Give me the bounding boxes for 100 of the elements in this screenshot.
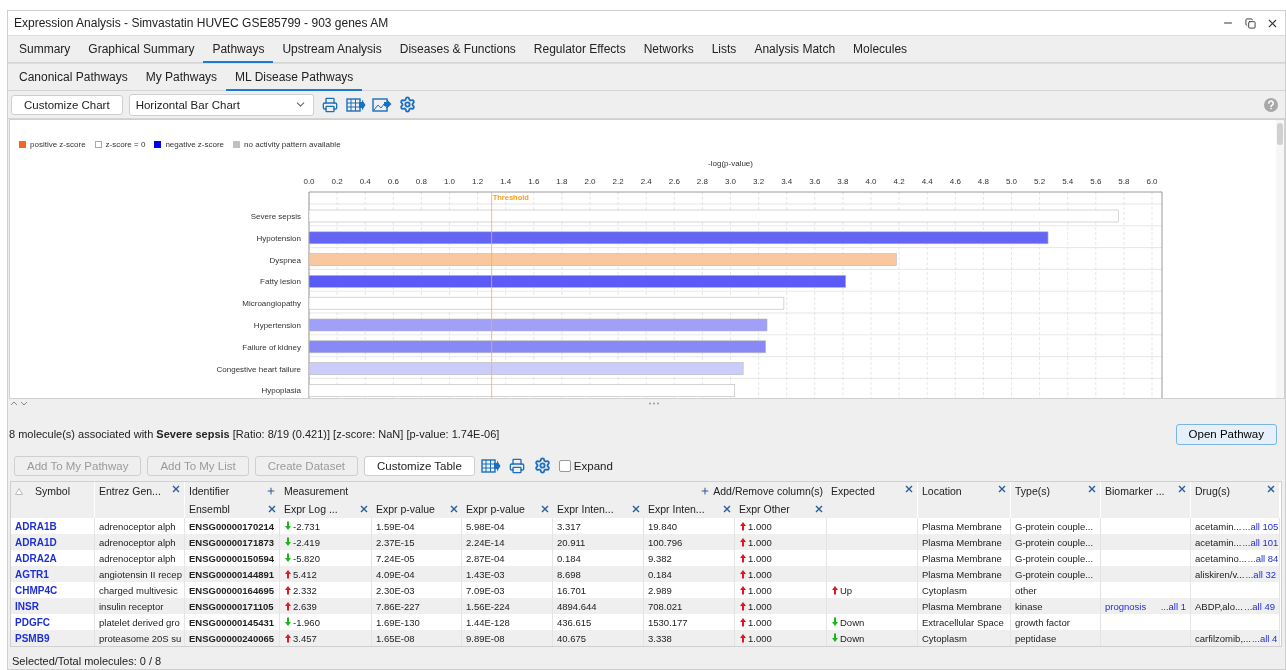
tab[interactable]: Analysis Match	[745, 36, 845, 63]
remove-column-icon[interactable]	[268, 505, 276, 513]
gene-symbol-link[interactable]: ADRA1B	[15, 520, 57, 532]
show-all-link[interactable]: ...all 105	[1242, 520, 1279, 532]
collapse-expand-icon[interactable]	[10, 400, 28, 407]
location-value: Plasma Membrane	[922, 520, 1002, 532]
column-group-header: Identifier	[189, 485, 230, 497]
tick-label: 5.4	[1062, 176, 1074, 186]
tick-label: 2.6	[668, 176, 680, 186]
remove-column-icon[interactable]	[723, 505, 731, 513]
header-cell[interactable]: Ensembl	[185, 500, 280, 518]
sub-tab[interactable]: ML Disease Pathways	[226, 64, 363, 91]
restore-button[interactable]	[1243, 16, 1257, 30]
drug-list: ABDP,alo...	[1195, 600, 1243, 612]
other-value: 1.000	[748, 568, 772, 580]
tick-label: 6.0	[1146, 176, 1158, 186]
gene-symbol-link[interactable]: INSR	[15, 600, 39, 612]
remove-column-icon[interactable]	[1267, 485, 1275, 493]
settings-button[interactable]	[397, 94, 418, 115]
sub-tab[interactable]: Canonical Pathways	[10, 64, 137, 91]
column-header: Expr Inten...	[648, 503, 705, 515]
splitter-handle-icon[interactable]	[647, 402, 660, 405]
show-all-link[interactable]: ...all 49	[1244, 600, 1275, 612]
tab[interactable]: Pathways	[203, 36, 274, 63]
tick-label: 5.8	[1118, 176, 1130, 186]
tab[interactable]: Regulator Effects	[524, 36, 635, 63]
remove-column-icon[interactable]	[360, 505, 368, 513]
type-value: G-protein couple...	[1015, 568, 1094, 580]
open-pathway-button[interactable]: Open Pathway	[1175, 423, 1277, 445]
tab[interactable]: Graphical Summary	[79, 36, 204, 63]
remove-column-icon[interactable]	[905, 485, 913, 493]
category-label: Failure of kidney	[242, 342, 301, 352]
column-header: Entrez Gen...	[99, 485, 161, 497]
tab[interactable]: Summary	[10, 36, 80, 63]
intensity-value: 2.989	[648, 584, 672, 596]
intensity-value: 100.796	[648, 536, 683, 548]
table-action-button[interactable]: Customize Table	[364, 455, 475, 476]
gene-symbol-link[interactable]: PSMB9	[15, 632, 50, 644]
header-cell[interactable]: Expr Log ...	[280, 500, 372, 518]
ensembl-id: ENSG00000150594	[189, 552, 275, 564]
location-value: Plasma Membrane	[922, 536, 1002, 548]
tab[interactable]: Networks	[634, 36, 703, 63]
gene-symbol-link[interactable]: ADRA2A	[15, 552, 57, 564]
category-label: Severe sepsis	[250, 211, 301, 221]
remove-column-icon[interactable]	[815, 505, 823, 513]
header-cell[interactable]: Symbol	[11, 482, 95, 518]
remove-column-icon[interactable]	[632, 505, 640, 513]
gene-symbol-link[interactable]: CHMP4C	[15, 584, 58, 596]
remove-column-icon[interactable]	[998, 485, 1006, 493]
header-cell[interactable]: Expr Inten...	[553, 500, 644, 518]
tab[interactable]: Lists	[702, 36, 746, 63]
header-cell[interactable]: Type(s)	[1011, 482, 1101, 518]
header-cell[interactable]: Drug(s)	[1191, 482, 1280, 518]
gene-symbol-link[interactable]: AGTR1	[15, 568, 49, 580]
log-ratio-value: -2.419	[293, 536, 320, 548]
add-remove-columns-link[interactable]: Add/Remove column(s)	[713, 485, 823, 497]
header-cell[interactable]: Expr p-value	[462, 500, 553, 518]
remove-column-icon[interactable]	[172, 485, 180, 493]
tick-label: 4.0	[865, 176, 877, 186]
customize-chart-button[interactable]: Customize Chart	[11, 94, 123, 115]
expand-checkbox[interactable]	[558, 459, 571, 472]
add-column-icon[interactable]	[700, 486, 711, 496]
tab[interactable]: Molecules	[844, 36, 917, 63]
chart-type-dropdown[interactable]: Horizontal Bar Chart	[128, 93, 314, 116]
column-header: Expected	[831, 485, 875, 497]
tick-label: 3.8	[837, 176, 849, 186]
sub-tab[interactable]: My Pathways	[136, 64, 227, 91]
scrollbar[interactable]	[1276, 120, 1284, 398]
settings-button[interactable]	[532, 455, 553, 476]
other-value: 1.000	[748, 520, 772, 532]
header-cell[interactable]: Expected	[827, 482, 918, 518]
tick-label: 2.2	[612, 176, 624, 186]
type-value: other	[1015, 584, 1037, 596]
header-cell[interactable]: Expr Inten...	[644, 500, 735, 518]
remove-column-icon[interactable]	[1178, 485, 1186, 493]
header-cell[interactable]: Location	[918, 482, 1011, 518]
header-cell[interactable]: Expr Other	[735, 500, 827, 518]
drug-list: carfilzomib,...	[1195, 632, 1251, 644]
biomarker-link[interactable]: prognosis	[1105, 600, 1147, 612]
remove-column-icon[interactable]	[541, 505, 549, 513]
remove-column-icon[interactable]	[1088, 485, 1096, 493]
remove-column-icon[interactable]	[450, 505, 458, 513]
restore-icon	[1244, 17, 1256, 29]
header-cell[interactable]: Expr p-value	[372, 500, 462, 518]
gene-symbol-link[interactable]: ADRA1D	[15, 536, 57, 548]
show-all-link[interactable]: ...all 84	[1247, 552, 1279, 564]
p-value: 7.86E-227	[376, 600, 420, 612]
show-all-link[interactable]: ...all 101	[1242, 536, 1279, 548]
legend-label: negative z-score	[165, 140, 225, 150]
header-cell[interactable]: Entrez Gen...	[95, 482, 185, 518]
show-all-link[interactable]: ...all 1	[1160, 600, 1186, 612]
tab[interactable]: Upstream Analysis	[273, 36, 391, 63]
gene-symbol-link[interactable]: PDGFC	[15, 616, 50, 628]
add-column-icon[interactable]	[266, 486, 276, 496]
show-all-link[interactable]: ...all 4	[1251, 632, 1278, 644]
show-all-link[interactable]: ...all 32	[1245, 568, 1277, 580]
header-cell[interactable]: Biomarker ...	[1101, 482, 1191, 518]
tick-label: 3.0	[724, 176, 737, 186]
gene-name: charged multivesic	[99, 584, 178, 596]
tab[interactable]: Diseases & Functions	[390, 36, 525, 63]
